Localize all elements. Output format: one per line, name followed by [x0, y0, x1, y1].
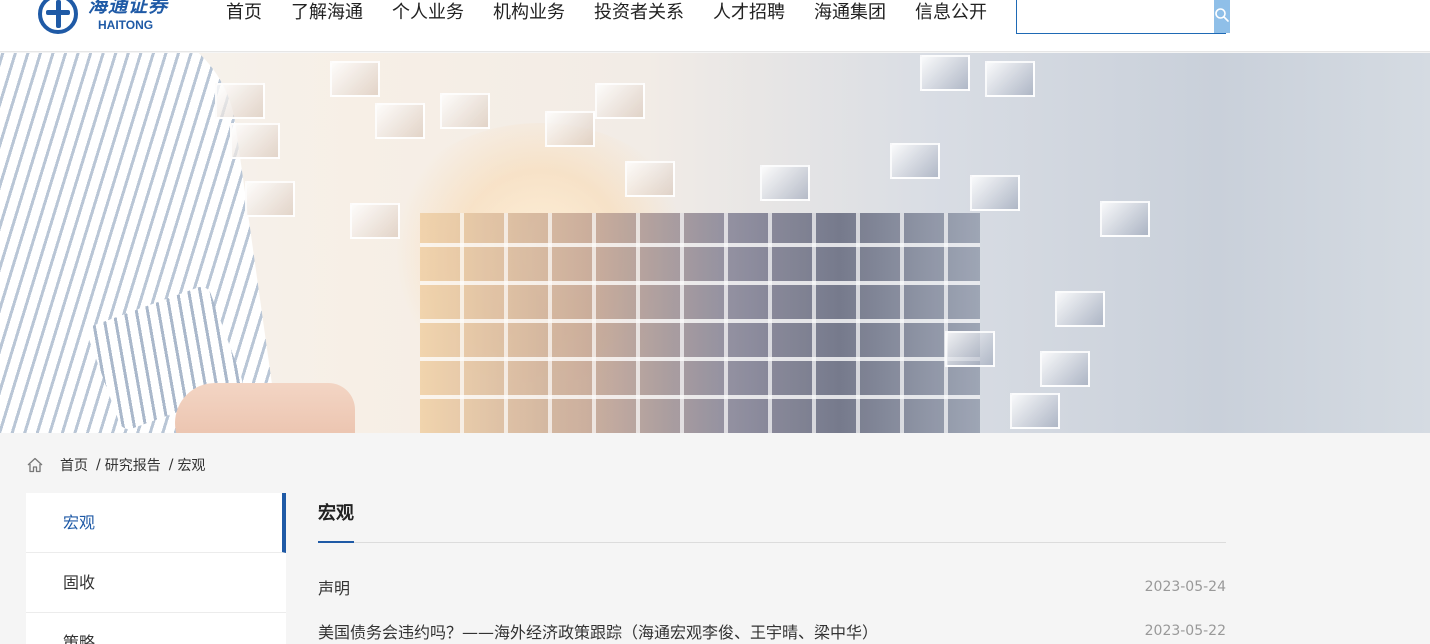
banner-cube [760, 165, 810, 201]
search-button[interactable] [1214, 0, 1230, 33]
sidebar-item-strategy[interactable]: 策略 [26, 613, 286, 644]
section-title: 宏观 [318, 493, 1226, 543]
report-date: 2023-05-24 [1144, 579, 1226, 595]
sidebar-item-macro[interactable]: 宏观 [26, 493, 286, 553]
banner-cube [920, 55, 970, 91]
banner-cube [890, 143, 940, 179]
breadcrumb-home[interactable]: 首页 [60, 455, 88, 475]
banner-cube [215, 83, 265, 119]
nav-item-careers[interactable]: 人才招聘 [713, 0, 785, 26]
banner-cube [230, 123, 280, 159]
banner-cube [945, 331, 995, 367]
banner-cube [1040, 351, 1090, 387]
search-box [1016, 0, 1230, 34]
nav-item-investor-relations[interactable]: 投资者关系 [594, 0, 684, 26]
breadcrumb-current: 宏观 [177, 458, 206, 474]
banner-cube [545, 111, 595, 147]
search-input[interactable] [1017, 0, 1214, 33]
report-list: 声明 2023-05-24 美国债务会违约吗？——海外经济政策跟踪（海通宏观李俊… [318, 565, 1226, 644]
banner-cube [985, 61, 1035, 97]
nav-item-group[interactable]: 海通集团 [814, 0, 886, 26]
main-nav: 首页 了解海通 个人业务 机构业务 投资者关系 人才招聘 海通集团 信息公开 [226, 0, 987, 26]
banner-cube [595, 83, 645, 119]
banner-cube [1100, 201, 1150, 237]
report-list-panel: 宏观 声明 2023-05-24 美国债务会违约吗？——海外经济政策跟踪（海通宏… [318, 493, 1226, 644]
nav-item-home[interactable]: 首页 [226, 0, 262, 26]
banner-cube-structure [420, 213, 980, 433]
report-title[interactable]: 声明 [318, 575, 350, 599]
nav-item-about[interactable]: 了解海通 [291, 0, 363, 26]
report-date: 2023-05-22 [1144, 623, 1226, 639]
list-item[interactable]: 声明 2023-05-24 [318, 565, 1226, 609]
nav-item-disclosure[interactable]: 信息公开 [915, 0, 987, 26]
logo-english-text: HAITONG [98, 18, 154, 32]
hero-banner [0, 53, 1430, 433]
banner-cube [375, 103, 425, 139]
banner-cube [350, 203, 400, 239]
banner-cube [245, 181, 295, 217]
breadcrumb: 首页 / 研究报告 / 宏观 [26, 455, 205, 475]
banner-cube [330, 61, 380, 97]
banner-cube [1010, 393, 1060, 429]
category-sidebar: 宏观 固收 策略 [26, 493, 286, 644]
breadcrumb-separator: / [168, 457, 174, 473]
list-item[interactable]: 美国债务会违约吗？——海外经济政策跟踪（海通宏观李俊、王宇晴、梁中华） 2023… [318, 609, 1226, 644]
haitong-logo-icon [38, 0, 78, 34]
banner-cube [440, 93, 490, 129]
report-title[interactable]: 美国债务会违约吗？——海外经济政策跟踪（海通宏观李俊、王宇晴、梁中华） [318, 619, 878, 643]
site-header: 海通证券 HAITONG 首页 了解海通 个人业务 机构业务 投资者关系 人才招… [0, 0, 1430, 52]
breadcrumb-separator: / [96, 457, 101, 473]
nav-item-institutional[interactable]: 机构业务 [493, 0, 565, 26]
breadcrumb-research-reports[interactable]: 研究报告 [105, 455, 161, 475]
banner-hand-image [175, 383, 355, 433]
nav-item-personal[interactable]: 个人业务 [392, 0, 464, 26]
home-icon[interactable] [26, 456, 44, 474]
logo[interactable]: 海通证券 HAITONG [38, 0, 198, 36]
banner-cube [1055, 291, 1105, 327]
sidebar-item-fixed-income[interactable]: 固收 [26, 553, 286, 613]
logo-chinese-text: 海通证券 [88, 0, 169, 17]
banner-cube [970, 175, 1020, 211]
banner-cube [625, 161, 675, 197]
search-icon [1215, 7, 1229, 22]
